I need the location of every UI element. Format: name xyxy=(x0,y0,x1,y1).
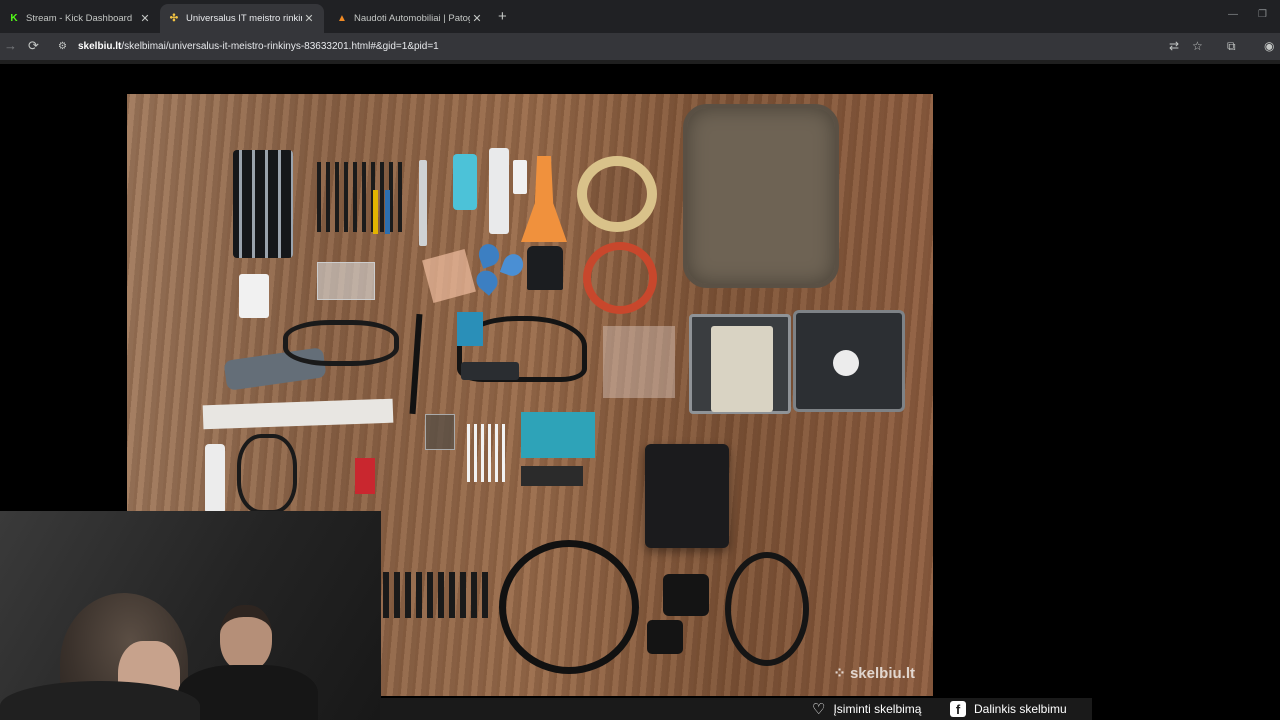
skelbiu-watermark: ⁘ skelbiu.lt xyxy=(833,664,915,682)
bit-case xyxy=(233,150,293,258)
ram-module xyxy=(521,466,583,486)
tab-strip: K Stream - Kick Dashboard ✕ ✣ Universalu… xyxy=(0,0,1280,33)
url-path: /skelbimai/universalus-it-meistro-rinkin… xyxy=(121,40,439,52)
url-domain: skelbiu.lt xyxy=(78,40,122,52)
guitar-pick xyxy=(475,241,503,269)
watermark-text: skelbiu.lt xyxy=(849,665,915,682)
thermal-pads xyxy=(422,249,476,303)
screws-box xyxy=(425,414,455,450)
skelbiu-favicon-icon: ✣ xyxy=(169,13,179,24)
close-tab-icon[interactable]: ✕ xyxy=(470,12,484,25)
red-tape-roll xyxy=(583,242,657,314)
gan-charger xyxy=(645,444,729,548)
kick-favicon-icon: K xyxy=(10,13,18,24)
white-bottle xyxy=(513,160,527,194)
hard-drive xyxy=(711,326,773,412)
bookmark-star-icon[interactable]: ☆ xyxy=(1192,39,1203,53)
pin-connectors xyxy=(467,424,507,482)
share-listing-button[interactable]: f Dalinkis skelbimu xyxy=(950,698,1067,720)
eu-plug-adapter xyxy=(647,620,683,654)
forward-icon[interactable]: → xyxy=(4,38,17,53)
webcam-overlay xyxy=(0,511,381,720)
facebook-icon: f xyxy=(950,701,966,717)
tab-title: Naudoti Automobiliai | Patogu xyxy=(354,13,470,24)
close-tab-icon[interactable]: ✕ xyxy=(302,12,316,25)
translate-icon[interactable]: ⇄ xyxy=(1169,39,1179,53)
minimize-icon[interactable]: — xyxy=(1228,9,1238,20)
sata-connector xyxy=(457,312,483,346)
tab-universalus-it[interactable]: ✣ Universalus IT meistro rinkinys ✕ xyxy=(160,4,324,33)
black-cable-coil xyxy=(237,434,297,514)
mesh-pad xyxy=(603,326,675,398)
thermal-paste xyxy=(419,160,427,246)
new-tab-plus-icon[interactable]: + xyxy=(498,8,507,25)
screwdriver-yellow xyxy=(373,190,378,234)
black-spudger xyxy=(527,246,563,290)
uk-plug-adapter xyxy=(663,574,709,616)
tab-naudoti-automobiliai[interactable]: ▲ Naudoti Automobiliai | Patogu ✕ xyxy=(328,4,492,33)
autoplius-favicon-icon: ▲ xyxy=(337,13,347,24)
heart-icon: ♡ xyxy=(812,701,826,718)
tab-title: Universalus IT meistro rinkinys xyxy=(186,13,302,24)
close-tab-icon[interactable]: ✕ xyxy=(138,12,152,25)
usb-cable-coil xyxy=(725,552,809,666)
url-text: skelbiu.lt/skelbimai/universalus-it-meis… xyxy=(78,41,439,52)
save-listing-label: Įsiminti skelbimą xyxy=(833,702,922,716)
glue-tubes xyxy=(453,154,477,210)
guitar-pick xyxy=(472,266,502,296)
blue-heat-pad xyxy=(521,412,595,458)
tab-title: Stream - Kick Dashboard xyxy=(26,13,133,24)
dc-tips xyxy=(383,572,491,618)
browser-toolbar: → ⟳ ⚙ skelbiu.lt/skelbimai/universalus-i… xyxy=(0,33,1280,60)
profile-icon[interactable]: ◉ xyxy=(1264,39,1274,53)
usb-charger xyxy=(239,274,269,318)
restore-icon[interactable]: ❐ xyxy=(1258,9,1267,20)
usb-cable xyxy=(283,320,399,366)
reload-icon[interactable]: ⟳ xyxy=(28,38,39,54)
person-right-head xyxy=(220,605,272,671)
tab-kick-dashboard[interactable]: K Stream - Kick Dashboard ✕ xyxy=(0,4,160,33)
save-listing-button[interactable]: ♡ Įsiminti skelbimą xyxy=(812,698,921,720)
kapton-tape-roll xyxy=(577,156,657,232)
toolbar-divider xyxy=(0,60,1280,64)
site-info-icon[interactable]: ⚙ xyxy=(58,41,72,52)
share-listing-label: Dalinkis skelbimu xyxy=(974,702,1067,716)
orange-scraper xyxy=(521,156,567,242)
screwdriver-blue xyxy=(385,190,390,234)
sim-cards xyxy=(317,262,375,300)
skelbiu-watermark-icon: ⁘ xyxy=(833,665,846,682)
lexar-usb-drive xyxy=(461,362,519,380)
glue-bottle xyxy=(489,148,509,234)
cable-tie xyxy=(409,313,423,415)
led-strip-light xyxy=(202,398,394,430)
guitar-pick xyxy=(499,251,527,279)
lid-disc xyxy=(833,350,859,376)
spray-bottle xyxy=(205,444,225,514)
batteries xyxy=(355,458,375,494)
long-cable-coil xyxy=(499,540,639,674)
extensions-puzzle-icon[interactable]: ⧉ xyxy=(1227,39,1236,54)
address-bar[interactable]: ⚙ skelbiu.lt/skelbimai/universalus-it-me… xyxy=(52,35,1162,57)
precision-screwdrivers xyxy=(317,162,405,232)
carry-pouch xyxy=(683,104,839,288)
